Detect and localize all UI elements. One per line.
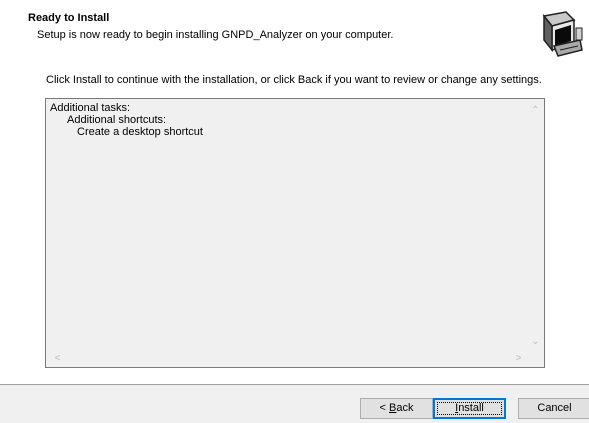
ready-memo-box[interactable]: Additional tasks: Additional shortcuts: … [45, 98, 545, 368]
setup-computer-icon [540, 10, 584, 58]
page-subtitle: Setup is now ready to begin installing G… [37, 29, 394, 41]
back-label-rest: ack [396, 402, 414, 414]
cancel-button-label: Cancel [537, 402, 572, 414]
memo-content: Additional tasks: Additional shortcuts: … [50, 102, 203, 138]
memo-line: Additional shortcuts: [67, 114, 167, 126]
scroll-down-icon[interactable]: ⌄ [527, 333, 544, 350]
install-button-label: Install [455, 402, 484, 414]
horizontal-scrollbar[interactable]: < > [46, 350, 527, 367]
scroll-up-icon[interactable]: ⌃ [527, 102, 544, 119]
memo-line: Create a desktop shortcut [77, 126, 203, 138]
wizard-header: Ready to Install Setup is now ready to b… [0, 0, 589, 66]
scroll-right-icon[interactable]: > [510, 350, 527, 367]
back-label-prefix: < [379, 402, 389, 414]
footer-divider [0, 384, 589, 385]
back-button-label: < Back [380, 402, 414, 414]
memo-line: Additional tasks: [50, 102, 131, 114]
instruction-text: Click Install to continue with the insta… [46, 74, 542, 86]
install-label-rest: nstall [458, 402, 484, 414]
page-title: Ready to Install [28, 12, 110, 24]
vertical-scrollbar[interactable]: ⌃ ⌄ [527, 99, 544, 350]
wizard-page: Click Install to continue with the insta… [0, 66, 589, 385]
scroll-left-icon[interactable]: < [49, 350, 66, 367]
install-button[interactable]: Install [433, 398, 506, 419]
installer-window: Ready to Install Setup is now ready to b… [0, 0, 589, 423]
cancel-button[interactable]: Cancel [518, 398, 589, 419]
back-button[interactable]: < Back [360, 398, 433, 419]
